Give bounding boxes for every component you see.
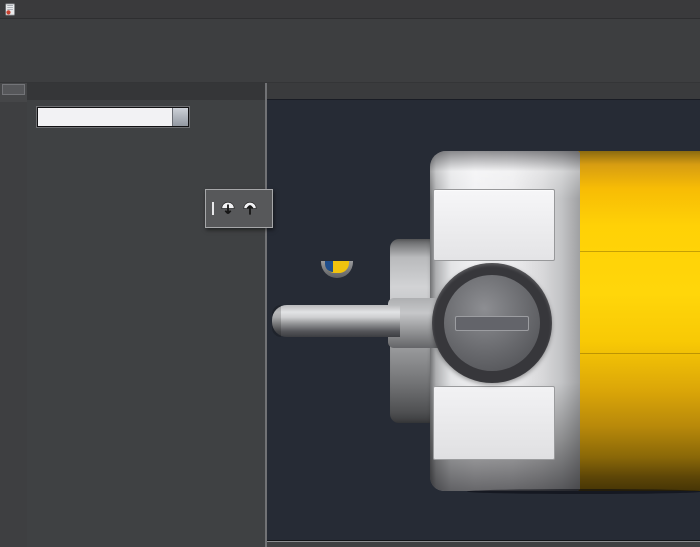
standard-toolbar <box>0 18 700 43</box>
motor-body-yellow <box>578 151 700 491</box>
toolbar-dock-handle[interactable] <box>2 84 25 95</box>
property-panel-title <box>27 82 265 100</box>
small-part-half-disc <box>321 261 353 278</box>
application-window: { "menubar": {"items": ["File","Edit","V… <box>0 0 700 547</box>
viewport-canvas[interactable] <box>267 99 700 541</box>
menu-bar <box>0 0 700 19</box>
viewport-bottom-border <box>267 540 700 547</box>
housing-upper-panel <box>433 189 555 261</box>
output-shaft <box>272 305 400 337</box>
drawing-area <box>265 82 700 547</box>
viewport-controls <box>273 103 283 115</box>
draw-toolbar <box>0 82 28 547</box>
housing-lower-panel <box>433 386 555 460</box>
upload-umbrella-icon[interactable] <box>240 199 260 219</box>
download-umbrella-icon[interactable] <box>218 199 238 219</box>
selection-combo[interactable] <box>37 107 189 127</box>
motor-seam-line <box>578 251 700 252</box>
text-cursor-bar <box>212 202 214 215</box>
app-icon[interactable] <box>4 3 17 16</box>
end-cover-slot <box>455 316 529 331</box>
ground-shadow <box>467 489 700 494</box>
motor-seam-line <box>578 353 700 354</box>
properties-toolbar <box>0 42 700 63</box>
chevron-down-icon[interactable] <box>172 108 188 126</box>
property-panel <box>27 82 265 547</box>
document-tab-bar <box>267 82 700 99</box>
toolbar-empty-area <box>0 102 27 547</box>
download-popup <box>205 189 273 228</box>
ucs-toolbar <box>0 62 700 83</box>
